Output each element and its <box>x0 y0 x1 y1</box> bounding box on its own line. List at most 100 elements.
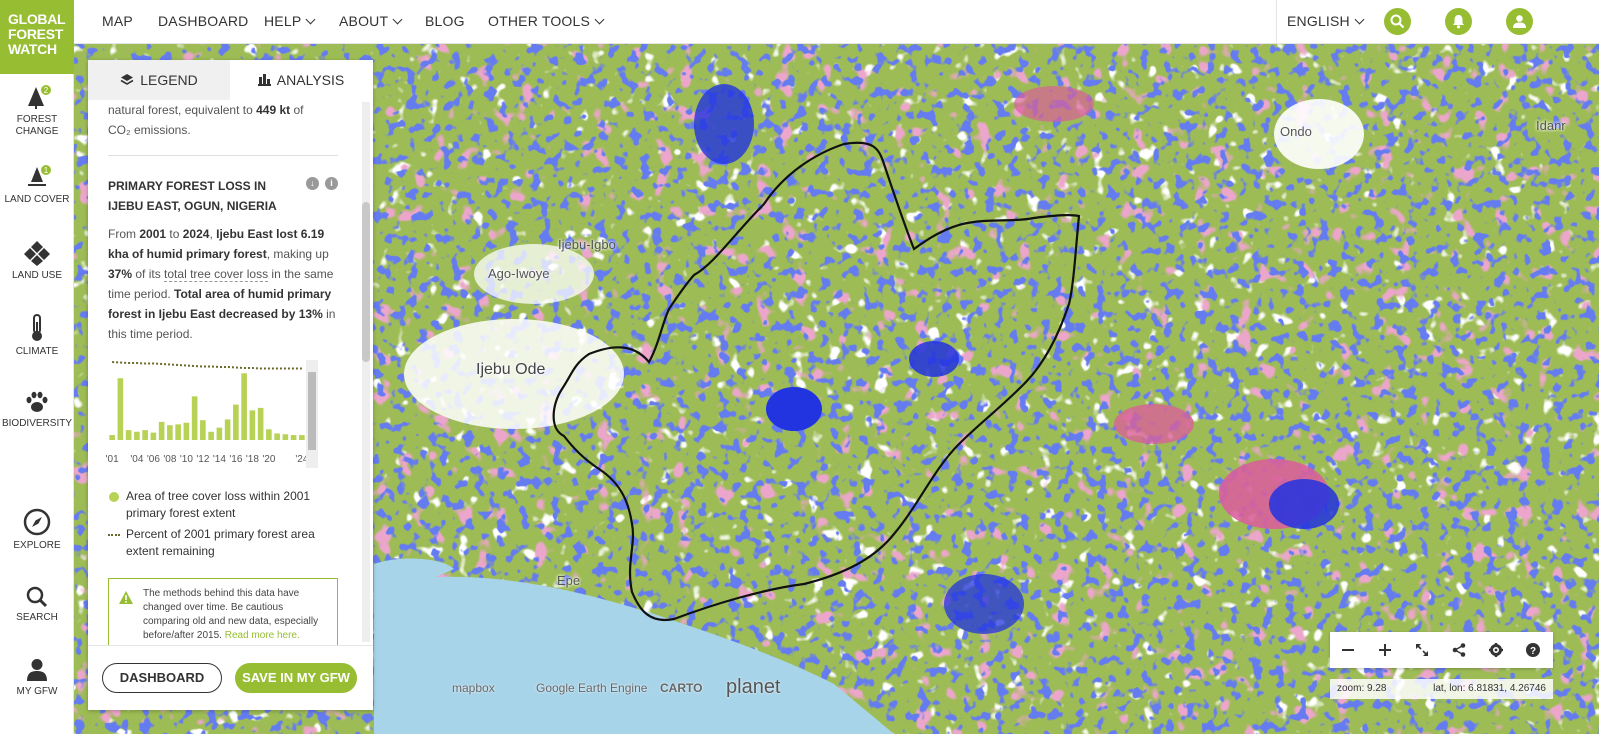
panel-body[interactable]: natural forest, equivalent to 449 kt of C… <box>88 100 360 645</box>
sidebar-item-explore[interactable]: EXPLORE <box>0 508 74 551</box>
chart-bar-2014[interactable] <box>216 427 223 440</box>
chart-bar-2002[interactable] <box>117 378 124 440</box>
nav-help[interactable]: HELP <box>264 13 316 29</box>
panel-tabs: LEGEND ANALYSIS <box>88 60 373 100</box>
gfw-logo[interactable]: GLOBAL FOREST WATCH <box>0 0 74 74</box>
zoom-out-button[interactable] <box>1330 632 1367 668</box>
fullscreen-button[interactable] <box>1404 632 1441 668</box>
chart-bar-2007[interactable] <box>158 421 165 440</box>
loss-percent: 37% <box>108 267 133 281</box>
sidebar-item-land-use[interactable]: LAND USE <box>0 240 74 281</box>
text: From <box>108 227 140 241</box>
nav-about[interactable]: ABOUT <box>339 13 403 29</box>
chart-bar-2001[interactable] <box>109 435 115 440</box>
settings-button[interactable] <box>1478 632 1515 668</box>
planet-attribution[interactable]: planet <box>726 676 781 699</box>
nav-blog[interactable]: BLOG <box>425 13 465 29</box>
question-icon: ? <box>1526 643 1540 657</box>
save-in-my-gfw-button[interactable]: SAVE IN MY GFW <box>235 663 357 693</box>
chart-bar-2015[interactable] <box>224 419 231 440</box>
plus-icon <box>1379 644 1391 656</box>
divider <box>1276 0 1277 44</box>
search-button[interactable] <box>1384 8 1411 35</box>
chart-scroll-thumb[interactable] <box>308 372 316 450</box>
carto-attribution[interactable]: CARTO <box>660 681 702 695</box>
text: of its <box>132 267 165 281</box>
start-year: 2001 <box>139 227 167 241</box>
language-selector[interactable]: ENGLISH <box>1287 13 1365 29</box>
chart-bar-2017[interactable] <box>241 373 247 440</box>
sidebar-item-forest-change[interactable]: 2 FOREST CHANGE <box>0 84 74 138</box>
tab-legend[interactable]: LEGEND <box>88 60 230 100</box>
panel-scroll-thumb[interactable] <box>362 202 370 362</box>
sidebar-label: LAND USE <box>11 270 62 281</box>
loss-area <box>1114 404 1194 444</box>
sidebar-item-search[interactable]: SEARCH <box>0 586 74 623</box>
thermometer-icon <box>32 314 42 341</box>
chart-bar-2020[interactable] <box>266 429 272 440</box>
panel-footer: DASHBOARD SAVE IN MY GFW <box>88 645 373 710</box>
top-navigation: MAP DASHBOARD HELP ABOUT BLOG OTHER TOOL… <box>0 0 1599 44</box>
sidebar-label: SEARCH <box>16 612 58 623</box>
divider <box>108 155 338 156</box>
chart-bar-2008[interactable] <box>167 425 173 440</box>
user-icon <box>27 659 47 681</box>
place-label: Ondo <box>1280 124 1312 139</box>
chart-bar-2006[interactable] <box>150 432 157 440</box>
read-more-link[interactable]: Read more here. <box>225 630 300 641</box>
share-icon <box>1452 643 1466 657</box>
tab-analysis[interactable]: ANALYSIS <box>230 60 372 100</box>
sidebar-label: BIODIVERSITY <box>1 418 72 429</box>
chart-bar-2005[interactable] <box>142 430 148 440</box>
chart-bar-2021[interactable] <box>274 433 280 440</box>
notifications-button[interactable] <box>1445 8 1472 35</box>
info-icon[interactable]: i <box>325 177 338 190</box>
chart-bar-2022[interactable] <box>282 434 289 440</box>
user-icon <box>1513 15 1526 28</box>
nav-dashboard[interactable]: DASHBOARD <box>158 13 248 29</box>
panel-scrollbar[interactable] <box>362 102 370 642</box>
chart-bar-2024[interactable] <box>299 435 305 440</box>
chart-tick-label: '20 <box>262 454 275 465</box>
sidebar-item-climate[interactable]: CLIMATE <box>0 314 74 357</box>
dashboard-button[interactable]: DASHBOARD <box>102 663 222 693</box>
chart-bar-2018[interactable] <box>249 410 256 440</box>
sidebar-item-biodiversity[interactable]: BIODIVERSITY <box>0 390 74 429</box>
bell-icon <box>1453 15 1464 29</box>
text: natural forest, equivalent to <box>108 103 257 117</box>
chart-tick-label: '06 <box>147 454 160 465</box>
widget-sentence: From 2001 to 2024, Ijebu East lost 6.19 … <box>108 224 344 344</box>
chart-bar-2009[interactable] <box>175 424 181 440</box>
account-button[interactable] <box>1506 8 1533 35</box>
language-label: ENGLISH <box>1287 13 1350 29</box>
sidebar-item-my-gfw[interactable]: MY GFW <box>0 658 74 697</box>
chart-scrollbar[interactable] <box>306 360 318 468</box>
land-use-icon <box>24 241 50 266</box>
help-button[interactable]: ? <box>1515 632 1552 668</box>
bar-chart-icon <box>257 74 271 86</box>
chevron-down-icon <box>1354 14 1365 25</box>
tree-cover-loss-tooltip[interactable]: total tree cover loss <box>164 267 269 282</box>
chart-bar-2003[interactable] <box>125 430 132 440</box>
nav-map[interactable]: MAP <box>102 13 133 29</box>
chevron-down-icon <box>305 14 316 25</box>
sidebar-item-land-cover[interactable]: 1 LAND COVER <box>0 164 74 205</box>
widget-title-line-1: PRIMARY FOREST LOSS IN <box>108 179 267 193</box>
chart-bar-2019[interactable] <box>257 407 264 440</box>
chart-bar-2004[interactable] <box>134 431 140 440</box>
share-button[interactable] <box>1441 632 1478 668</box>
zoom-in-button[interactable] <box>1367 632 1404 668</box>
gee-attribution[interactable]: Google Earth Engine <box>536 681 647 695</box>
chart-bar-2023[interactable] <box>290 435 297 440</box>
chart-bar-2013[interactable] <box>208 431 214 440</box>
mapbox-attribution[interactable]: mapbox <box>452 681 495 695</box>
gear-icon <box>1489 643 1503 657</box>
emissions-value: 449 kt <box>256 103 291 117</box>
chart-bar-2016[interactable] <box>233 404 239 440</box>
chart-bar-2011[interactable] <box>191 396 198 440</box>
sidebar-label: MY GFW <box>16 686 58 697</box>
download-icon[interactable]: ↓ <box>306 177 319 190</box>
chart-bar-2012[interactable] <box>200 420 206 440</box>
nav-other-tools[interactable]: OTHER TOOLS <box>488 13 605 29</box>
chart-bar-2010[interactable] <box>183 422 190 440</box>
